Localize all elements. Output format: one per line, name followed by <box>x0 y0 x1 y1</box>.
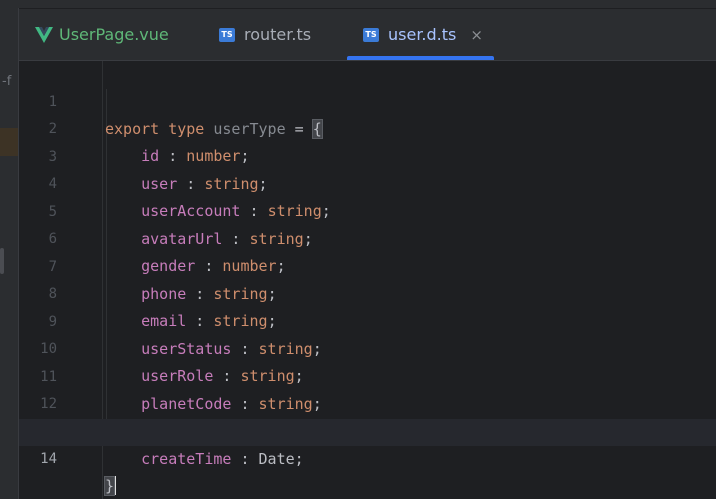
code-line-11[interactable]: 11 planetCode : string; <box>19 337 716 413</box>
close-icon[interactable]: × <box>470 26 483 44</box>
tab-label: UserPage.vue <box>59 25 169 44</box>
project-tree-truncated-text: -f <box>2 74 12 89</box>
project-panel-scrollbar[interactable] <box>0 248 4 274</box>
code-line-4[interactable]: 4 userAccount : string; <box>19 144 716 220</box>
code-line-8[interactable]: 8 email : string; <box>19 254 716 330</box>
code-line-14[interactable]: 14 } <box>19 419 716 496</box>
code-content: } <box>103 473 117 499</box>
line-number: 14 <box>40 451 57 467</box>
code-line-7[interactable]: 7 phone : string; <box>19 227 716 303</box>
property-name: createTime <box>141 450 232 468</box>
project-tree-selected-item[interactable] <box>0 128 18 156</box>
code-content: createTime : Date; <box>141 450 304 468</box>
ts-icon: TS <box>219 27 235 42</box>
top-toolbar-strip <box>0 0 716 9</box>
ts-icon: TS <box>363 27 379 42</box>
active-tab-indicator <box>347 56 494 60</box>
tab-label: user.d.ts <box>388 25 457 44</box>
code-line-2[interactable]: 2 id : number; <box>19 89 716 165</box>
tab-router-ts[interactable]: TS router.ts <box>219 9 311 60</box>
code-line-12[interactable]: 12 tags : string[]; <box>19 364 716 440</box>
type-annotation: Date <box>258 450 295 468</box>
code-line-6[interactable]: 6 gender : number; <box>19 199 716 275</box>
editor-tab-bar: UserPage.vue TS router.ts TS user.d.ts × <box>19 9 716 61</box>
project-panel-edge: -f <box>0 8 19 499</box>
ide-window: -f UserPage.vue TS router.ts TS user.d.t… <box>0 0 716 499</box>
tab-label: router.ts <box>244 25 312 44</box>
vue-icon <box>35 26 53 43</box>
code-line-13[interactable]: 13 createTime : Date; <box>19 392 716 468</box>
code-line-3[interactable]: 3 user : string; <box>19 117 716 193</box>
code-editor[interactable]: 1 export type userType = { 2 id : number… <box>19 61 716 499</box>
text-caret <box>114 476 117 495</box>
tab-userpage-vue[interactable]: UserPage.vue <box>35 9 169 60</box>
code-line-9[interactable]: 9 userStatus : string; <box>19 282 716 358</box>
close-brace: } <box>103 476 116 496</box>
tab-user-d-ts[interactable]: TS user.d.ts × <box>363 9 483 60</box>
code-line-5[interactable]: 5 avatarUrl : string; <box>19 172 716 248</box>
code-line-1[interactable]: 1 export type userType = { <box>19 62 716 139</box>
code-line-10[interactable]: 10 userRole : string; <box>19 309 716 385</box>
